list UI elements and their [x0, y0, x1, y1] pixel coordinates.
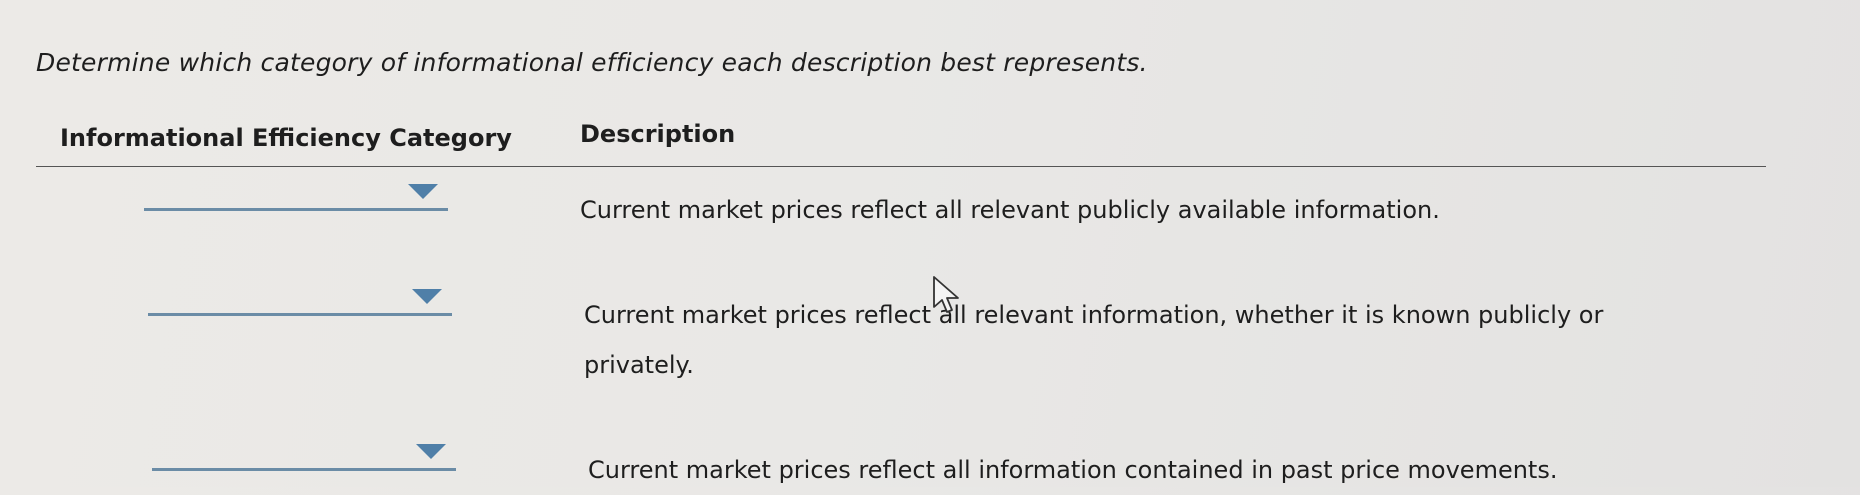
description-2: Current market prices reflect all releva…: [584, 290, 1603, 390]
chevron-down-icon: [412, 289, 442, 304]
description-3: Current market prices reflect all inform…: [588, 445, 1557, 495]
description-column-header: Description: [580, 120, 736, 148]
description-line: Current market prices reflect all releva…: [580, 196, 1440, 224]
category-dropdown-3[interactable]: [152, 440, 456, 471]
question-prompt: Determine which category of informationa…: [36, 48, 1148, 77]
description-line: Current market prices reflect all inform…: [588, 456, 1558, 484]
description-1: Current market prices reflect all releva…: [580, 185, 1440, 235]
mouse-cursor-icon: [933, 276, 959, 313]
chevron-down-icon: [416, 444, 446, 459]
category-column-header: Informational Efficiency Category: [60, 124, 512, 152]
category-dropdown-2[interactable]: [148, 285, 452, 316]
chevron-down-icon: [408, 184, 438, 199]
category-dropdown-1[interactable]: [144, 180, 448, 211]
table-header: Informational Efficiency Category Descri…: [36, 118, 1766, 167]
description-line: Current market prices reflect all releva…: [584, 301, 1604, 329]
description-line: privately.: [584, 351, 694, 379]
